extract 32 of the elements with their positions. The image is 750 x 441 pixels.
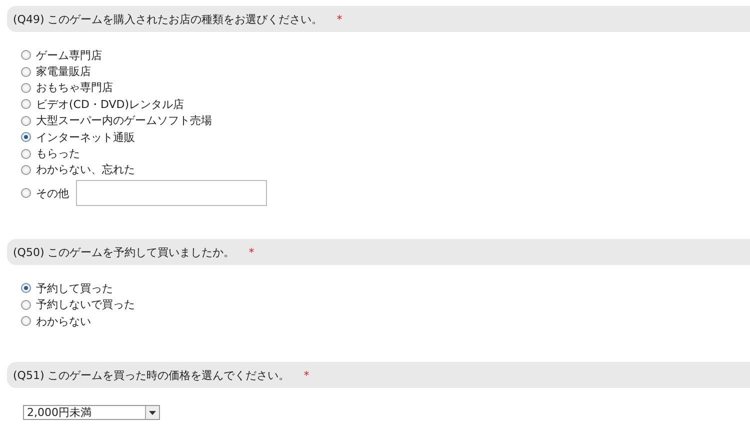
question-title: (Q50) このゲームを予約して買いましたか。 bbox=[13, 244, 235, 260]
dropdown[interactable]: 2,000円未満 bbox=[23, 405, 160, 420]
option-label[interactable]: 予約して買った bbox=[36, 280, 113, 296]
option-label[interactable]: おもちゃ専門店 bbox=[36, 80, 113, 96]
radio-button[interactable] bbox=[21, 148, 31, 159]
radio-button[interactable] bbox=[21, 164, 31, 175]
option-label[interactable]: わからない、忘れた bbox=[36, 162, 135, 178]
option-label[interactable]: 予約しないで買った bbox=[36, 297, 135, 312]
radio-button[interactable] bbox=[21, 132, 31, 142]
input-field[interactable] bbox=[76, 180, 267, 206]
option-label[interactable]: わからない bbox=[36, 314, 91, 329]
option-label[interactable]: 家電量販店 bbox=[36, 64, 91, 80]
question-title: (Q51) このゲームを買った時の価格を選んでください。 bbox=[13, 368, 290, 383]
required-mark: * bbox=[248, 246, 254, 259]
radio-button[interactable] bbox=[21, 99, 31, 110]
question-title: (Q49) このゲームを購入されたお店の種類をお選びください。 bbox=[13, 12, 323, 26]
radio-button[interactable] bbox=[21, 283, 31, 294]
option-label[interactable]: ビデオ(CD・DVD)レンタル店 bbox=[36, 96, 184, 112]
radio-button[interactable] bbox=[21, 300, 31, 310]
option-label[interactable]: 大型スーパー内のゲームソフト売場 bbox=[36, 113, 212, 128]
required-mark: * bbox=[304, 368, 310, 382]
radio-button[interactable] bbox=[21, 50, 31, 60]
required-mark: * bbox=[336, 12, 342, 26]
radio-button[interactable] bbox=[21, 316, 31, 326]
radio-button[interactable] bbox=[21, 116, 31, 126]
option-label[interactable]: もらった bbox=[36, 146, 80, 162]
radio-button[interactable] bbox=[21, 188, 31, 198]
option-label[interactable]: インターネット通販 bbox=[36, 130, 135, 145]
option-label[interactable]: その他 bbox=[36, 186, 69, 201]
radio-button[interactable] bbox=[21, 66, 31, 77]
radio-button[interactable] bbox=[21, 82, 31, 93]
option-label[interactable]: ゲーム専門店 bbox=[36, 48, 102, 63]
